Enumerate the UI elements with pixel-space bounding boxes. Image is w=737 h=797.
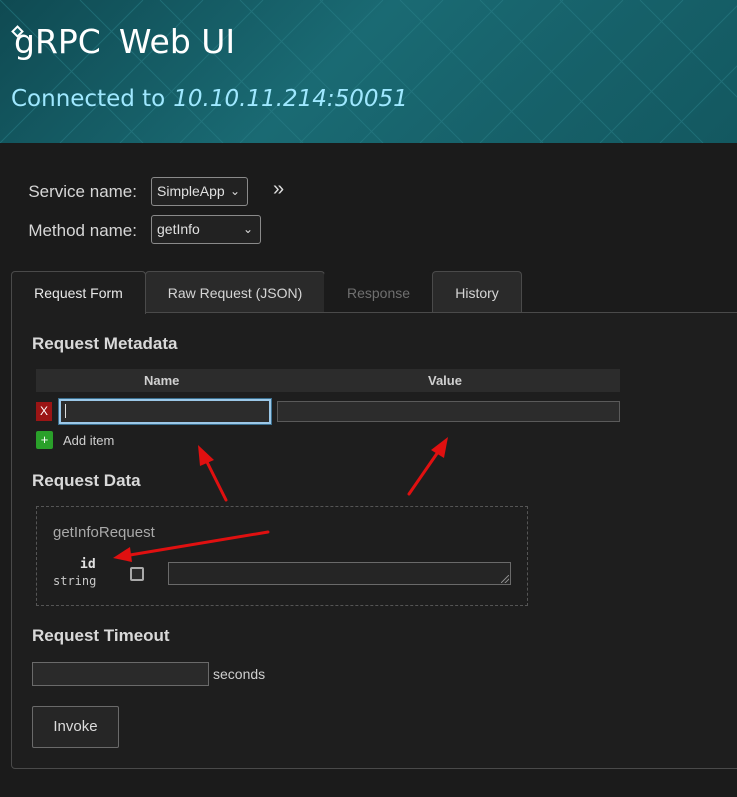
tab-request-form[interactable]: Request Form	[11, 271, 146, 314]
field-id-type: string	[53, 574, 97, 588]
app-title: Web UI	[118, 22, 236, 61]
method-select-value: getInfo	[157, 221, 200, 237]
metadata-col-value: Value	[428, 373, 462, 388]
add-item-label[interactable]: Add item	[63, 433, 114, 448]
resize-grip-icon[interactable]	[501, 575, 509, 583]
app-header: gRPC Web UI Connected to 10.10.11.214:500…	[0, 0, 737, 143]
request-message-box	[36, 506, 528, 606]
method-name-label: Method name:	[28, 221, 137, 240]
app-logo: gRPC Web UI	[10, 22, 235, 61]
chevron-down-icon: ⌄	[229, 184, 240, 198]
service-name-label: Service name:	[28, 182, 137, 201]
add-item-button[interactable]: +	[36, 431, 53, 449]
text-caret	[65, 404, 66, 418]
connected-label: Connected to	[11, 86, 166, 112]
message-type-name: getInfoRequest	[53, 524, 155, 541]
metadata-value-input[interactable]	[277, 401, 620, 422]
timeout-heading: Request Timeout	[32, 626, 170, 645]
timeout-unit: seconds	[213, 666, 266, 682]
chevron-down-icon: ⌄	[242, 222, 253, 236]
timeout-input[interactable]	[32, 662, 209, 686]
connection-status: Connected to 10.10.11.214:50051	[11, 86, 408, 112]
field-id-null-checkbox[interactable]	[130, 567, 144, 581]
tab-history[interactable]: History	[432, 271, 522, 313]
expand-toggle-icon[interactable]: »	[273, 178, 284, 201]
metadata-col-name: Name	[144, 373, 180, 388]
method-select[interactable]: getInfo ⌄	[151, 215, 261, 244]
service-select-value: SimpleApp	[157, 183, 225, 199]
invoke-button[interactable]: Invoke	[32, 706, 119, 748]
field-id-name: id	[80, 557, 96, 572]
server-address: 10.10.11.214:50051	[173, 86, 408, 112]
grpc-logo: gRPC	[10, 22, 101, 61]
field-id-textarea[interactable]	[168, 562, 511, 585]
service-select[interactable]: SimpleApp ⌄	[151, 177, 248, 206]
tab-raw-request[interactable]: Raw Request (JSON)	[145, 271, 325, 313]
metadata-heading: Request Metadata	[32, 334, 178, 353]
tab-response: Response	[324, 271, 433, 313]
metadata-table-header: Name Value	[36, 369, 620, 392]
logo-text: gRPC	[14, 22, 101, 61]
request-data-heading: Request Data	[32, 471, 141, 490]
delete-row-button[interactable]: X	[36, 402, 52, 421]
metadata-name-input[interactable]	[58, 398, 272, 425]
